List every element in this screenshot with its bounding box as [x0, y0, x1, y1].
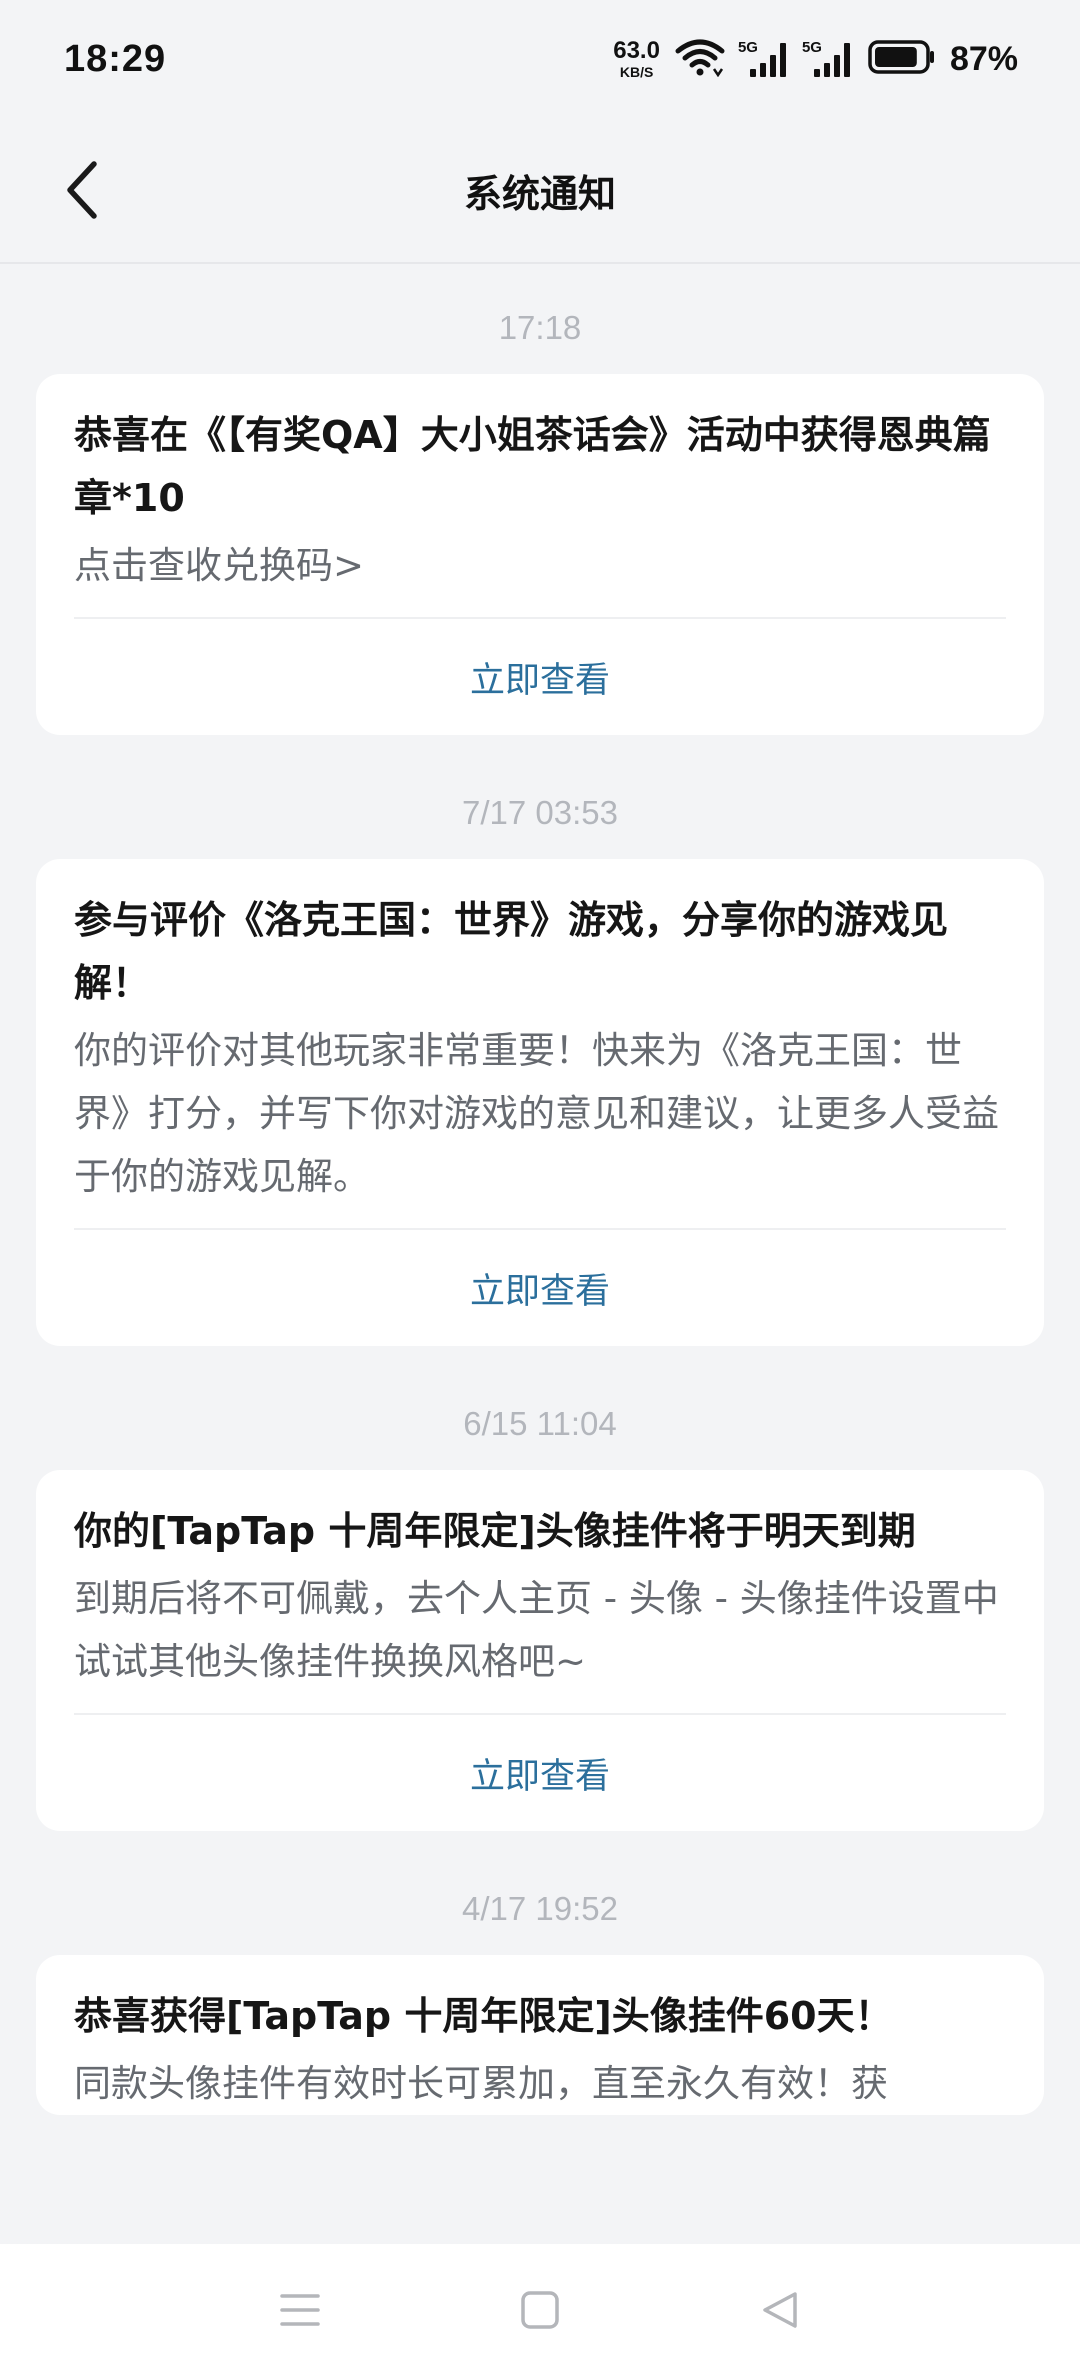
notification-time: 4/17 19:52 — [462, 1890, 618, 1927]
view-now-button[interactable]: 立即查看 — [74, 1230, 1006, 1346]
notification-title: 恭喜在《【有奖QA】大小姐茶话会》活动中获得恩典篇章*10 — [74, 413, 991, 520]
battery-icon — [868, 39, 936, 79]
notification-title: 你的[TapTap 十周年限定]头像挂件将于明天到期 — [74, 1509, 916, 1553]
status-icons: 63.0 KB/S 5G 5G 87% — [613, 37, 1018, 81]
page-title: 系统通知 — [463, 171, 616, 216]
notification-time: 17:18 — [498, 309, 582, 346]
notification-card[interactable]: 参与评价《洛克王国：世界》游戏，分享你的游戏见解！ 你的评价对其他玩家非常重要！… — [36, 859, 1044, 1346]
notification-body: 到期后将不可佩戴，去个人主页 - 头像 - 头像挂件设置中试试其他头像挂件换换风… — [74, 1577, 999, 1683]
status-time: 18:29 — [64, 37, 167, 80]
signal-1-tag: 5G — [737, 39, 758, 56]
notification-title: 恭喜获得[TapTap 十周年限定]头像挂件60天！ — [74, 1994, 893, 2038]
notification-time: 7/17 03:53 — [462, 794, 618, 831]
signal-icon: 5G — [737, 39, 790, 79]
recent-apps-button[interactable] — [260, 2270, 340, 2350]
notification-body: 你的评价对其他玩家非常重要！快来为《洛克王国：世界》打分，并写下你对游戏的意见和… — [74, 1029, 999, 1198]
notification-screen: 18:29 63.0 KB/S 5G 5G 87% 系统通知 17:18 恭喜在… — [0, 0, 1080, 2376]
view-now-button[interactable]: 立即查看 — [74, 1715, 1006, 1831]
status-bar: 18:29 63.0 KB/S 5G 5G 87% — [0, 0, 1080, 118]
signal-2-tag: 5G — [801, 39, 822, 56]
battery-percent: 87% — [949, 39, 1018, 78]
notification-title: 参与评价《洛克王国：世界》游戏，分享你的游戏见解！ — [74, 898, 949, 1005]
network-speed-value: 63.0 — [613, 37, 660, 64]
back-triangle-icon — [763, 2292, 797, 2328]
system-nav-bar — [0, 2244, 1080, 2376]
home-square-icon — [521, 2291, 559, 2329]
view-now-button[interactable]: 立即查看 — [74, 619, 1006, 735]
home-button[interactable] — [500, 2270, 580, 2350]
notification-card[interactable]: 你的[TapTap 十周年限定]头像挂件将于明天到期 到期后将不可佩戴，去个人主… — [36, 1470, 1044, 1831]
notification-card[interactable]: 恭喜获得[TapTap 十周年限定]头像挂件60天！ 同款头像挂件有效时长可累加… — [36, 1955, 1044, 2115]
wifi-icon — [674, 37, 726, 81]
notification-card[interactable]: 恭喜在《【有奖QA】大小姐茶话会》活动中获得恩典篇章*10 点击查收兑换码> 立… — [36, 374, 1044, 735]
system-back-button[interactable] — [740, 2270, 820, 2350]
notification-time: 6/15 11:04 — [463, 1405, 617, 1442]
notification-body[interactable]: 点击查收兑换码> — [74, 534, 1006, 597]
back-button[interactable] — [52, 158, 112, 222]
signal-icon: 5G — [801, 39, 854, 79]
menu-icon — [280, 2294, 320, 2326]
notification-body: 同款头像挂件有效时长可累加，直至永久有效！获 — [74, 2062, 888, 2105]
network-speed: 63.0 KB/S — [613, 37, 660, 80]
network-speed-unit: KB/S — [619, 64, 654, 80]
notification-list[interactable]: 17:18 恭喜在《【有奖QA】大小姐茶话会》活动中获得恩典篇章*10 点击查收… — [0, 264, 1080, 2244]
page-header: 系统通知 — [0, 118, 1080, 264]
back-chevron-icon — [67, 161, 97, 219]
